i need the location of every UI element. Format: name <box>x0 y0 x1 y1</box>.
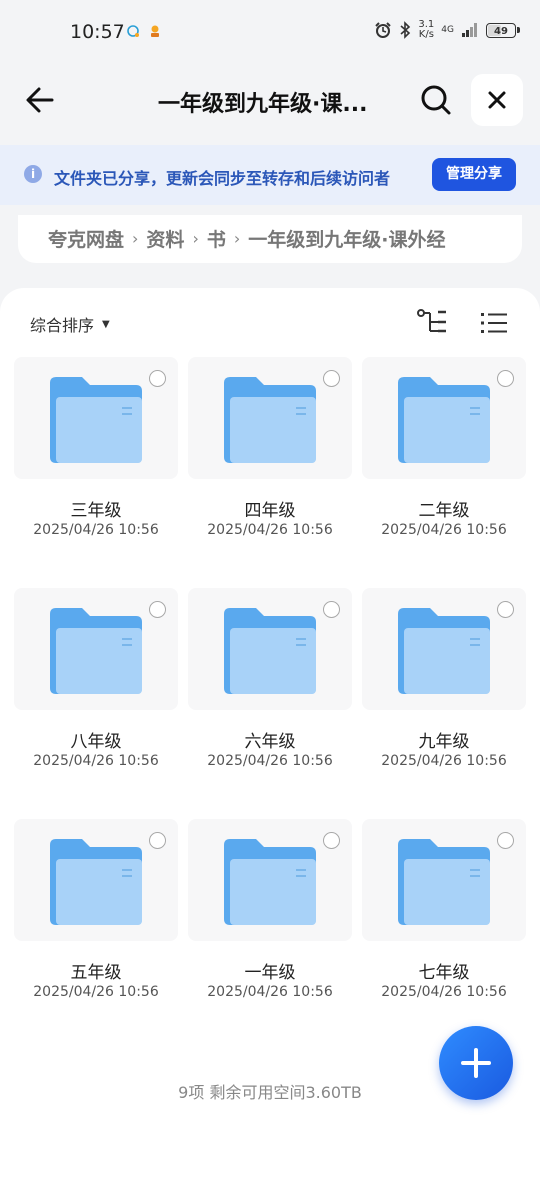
folder-icon <box>398 839 490 925</box>
folder-icon <box>50 377 142 463</box>
folder-thumbnail <box>14 357 178 479</box>
network-speed-unit: K/s <box>418 29 434 40</box>
folder-card[interactable]: 六年级 2025/04/26 10:56 <box>188 588 352 796</box>
folder-icon <box>224 608 316 694</box>
page-title: 一年级到九年级·课... <box>158 92 368 117</box>
folder-date: 2025/04/26 10:56 <box>207 522 333 538</box>
app-notification-icon <box>151 25 159 37</box>
select-checkbox[interactable] <box>323 601 340 618</box>
arrow-left-icon <box>26 87 54 113</box>
folder-date: 2025/04/26 10:56 <box>33 984 159 1000</box>
folder-name: 二年级 <box>418 501 470 521</box>
close-button[interactable] <box>471 74 523 126</box>
folder-name: 六年级 <box>244 732 296 752</box>
bluetooth-icon <box>400 21 411 39</box>
breadcrumb-item[interactable]: 资料 <box>146 225 184 252</box>
tree-view-button[interactable] <box>416 308 448 336</box>
folder-icon <box>224 377 316 463</box>
folder-name: 五年级 <box>70 963 122 983</box>
select-checkbox[interactable] <box>323 370 340 387</box>
search-button[interactable] <box>418 82 454 118</box>
select-checkbox[interactable] <box>323 832 340 849</box>
folder-thumbnail <box>188 357 352 479</box>
chevron-right-icon: › <box>233 229 241 248</box>
plus-icon <box>461 1048 491 1078</box>
select-checkbox[interactable] <box>149 601 166 618</box>
folder-name: 一年级 <box>244 963 296 983</box>
folder-thumbnail <box>188 588 352 710</box>
sort-dropdown[interactable]: 综合排序 ▼ <box>30 312 110 336</box>
folder-card[interactable]: 四年级 2025/04/26 10:56 <box>188 357 352 565</box>
folder-icon <box>50 839 142 925</box>
select-checkbox[interactable] <box>149 370 166 387</box>
list-view-icon <box>481 313 507 333</box>
back-button[interactable] <box>22 82 58 118</box>
folder-card[interactable]: 九年级 2025/04/26 10:56 <box>362 588 526 796</box>
chat-bubble-icon <box>127 25 139 37</box>
folder-date: 2025/04/26 10:56 <box>207 984 333 1000</box>
folder-thumbnail <box>188 819 352 941</box>
caret-down-icon: ▼ <box>102 318 110 330</box>
tree-view-icon <box>417 309 446 333</box>
chevron-right-icon: › <box>192 229 199 248</box>
info-icon: i <box>24 165 42 183</box>
share-status-text: 文件夹已分享，更新会同步至转存和后续访问者 <box>54 169 391 188</box>
folder-date: 2025/04/26 10:56 <box>207 753 333 769</box>
select-checkbox[interactable] <box>497 832 514 849</box>
sort-label: 综合排序 <box>30 316 95 335</box>
breadcrumb-item[interactable]: 夸克网盘 <box>48 225 124 252</box>
select-checkbox[interactable] <box>497 601 514 618</box>
list-view-button[interactable] <box>480 310 508 336</box>
share-banner: i 文件夹已分享，更新会同步至转存和后续访问者 管理分享 <box>0 145 540 205</box>
folder-name: 八年级 <box>70 732 122 752</box>
folder-icon <box>398 608 490 694</box>
breadcrumb: 夸克网盘 › 资料 › 书 › 一年级到九年级·课外经 <box>18 215 522 263</box>
folder-date: 2025/04/26 10:56 <box>33 753 159 769</box>
battery-level: 49 <box>494 25 508 37</box>
select-checkbox[interactable] <box>497 370 514 387</box>
folder-thumbnail <box>362 588 526 710</box>
folder-date: 2025/04/26 10:56 <box>381 522 507 538</box>
folder-date: 2025/04/26 10:56 <box>381 753 507 769</box>
folder-card[interactable]: 七年级 2025/04/26 10:56 <box>362 819 526 1027</box>
folder-date: 2025/04/26 10:56 <box>381 984 507 1000</box>
status-time: 10:57 <box>70 21 125 43</box>
folder-thumbnail <box>14 588 178 710</box>
folder-icon <box>398 377 490 463</box>
folder-date: 2025/04/26 10:56 <box>33 522 159 538</box>
folder-thumbnail <box>362 819 526 941</box>
chevron-right-icon: › <box>132 229 139 248</box>
network-speed: 3.1 K/s <box>418 20 434 40</box>
status-bar: 10:57 3.1 K/s 4G 49 <box>0 0 540 64</box>
folder-card[interactable]: 三年级 2025/04/26 10:56 <box>14 357 178 565</box>
folder-card[interactable]: 二年级 2025/04/26 10:56 <box>362 357 526 565</box>
folder-card[interactable]: 八年级 2025/04/26 10:56 <box>14 588 178 796</box>
folder-name: 四年级 <box>244 501 296 521</box>
folder-icon <box>50 608 142 694</box>
folder-card[interactable]: 五年级 2025/04/26 10:56 <box>14 819 178 1027</box>
folder-name: 三年级 <box>70 501 122 521</box>
select-checkbox[interactable] <box>149 832 166 849</box>
manage-share-button[interactable]: 管理分享 <box>432 158 516 191</box>
add-button[interactable] <box>439 1026 513 1100</box>
search-icon <box>421 85 451 115</box>
breadcrumb-item[interactable]: 书 <box>207 225 226 252</box>
folder-thumbnail <box>14 819 178 941</box>
network-type: 4G <box>441 25 454 35</box>
status-notification-icons <box>126 24 162 38</box>
breadcrumb-item[interactable]: 一年级到九年级·课外经 <box>248 225 445 252</box>
folder-card[interactable]: 一年级 2025/04/26 10:56 <box>188 819 352 1027</box>
header: 一年级到九年级·课... <box>0 70 540 130</box>
signal-icon <box>462 23 477 37</box>
close-icon <box>488 91 506 109</box>
folder-thumbnail <box>362 357 526 479</box>
folder-icon <box>224 839 316 925</box>
battery-indicator: 49 <box>486 22 520 38</box>
alarm-icon <box>375 22 392 38</box>
folder-name: 九年级 <box>418 732 470 752</box>
status-system-icons: 3.1 K/s 4G 49 <box>374 20 520 40</box>
folder-name: 七年级 <box>418 963 470 983</box>
